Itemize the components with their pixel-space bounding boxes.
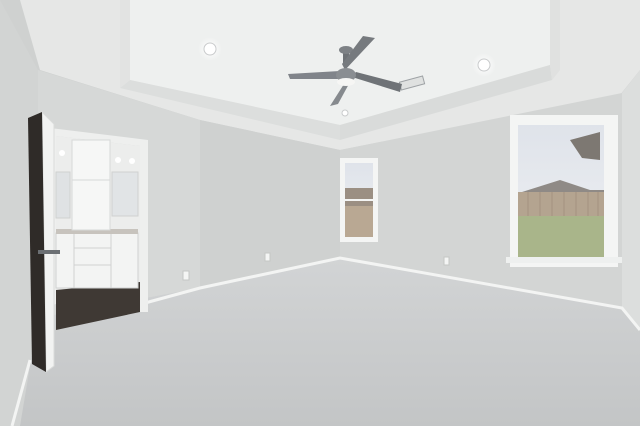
recessed-light xyxy=(341,109,349,117)
window-small-house xyxy=(345,188,373,206)
window-small-fence xyxy=(345,206,373,237)
vanity-light xyxy=(59,150,65,156)
recessed-light xyxy=(203,42,217,56)
wall-outlet xyxy=(443,256,450,266)
window-large-fence xyxy=(518,192,604,216)
bathroom-upper-cabinet xyxy=(71,139,111,231)
wall-outlet xyxy=(182,270,190,281)
window-large-grass xyxy=(518,216,604,259)
tray-side-left xyxy=(120,0,130,88)
door-handle xyxy=(38,250,60,254)
window-large-sill xyxy=(506,257,622,263)
room-photo xyxy=(0,0,640,426)
tray-side-right xyxy=(550,0,560,80)
fan-light xyxy=(337,78,355,86)
bathroom-vanity xyxy=(55,232,139,289)
right-wall xyxy=(622,70,640,330)
recessed-light xyxy=(477,58,491,72)
vanity-light xyxy=(115,157,121,163)
wall-outlet xyxy=(264,252,271,262)
bathroom-mirror xyxy=(111,171,139,217)
vanity-light xyxy=(129,158,135,164)
bathroom-mirror-left xyxy=(55,171,71,219)
